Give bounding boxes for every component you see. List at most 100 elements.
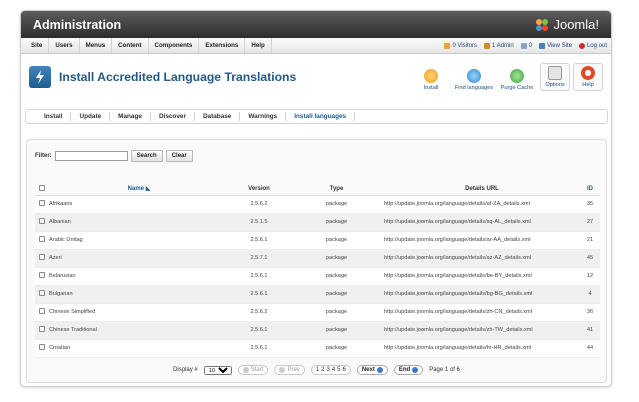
language-id: 12	[580, 267, 600, 286]
page-6-link[interactable]: 6	[343, 367, 346, 373]
find-languages-label: Find languages	[454, 85, 494, 91]
checkbox[interactable]	[39, 344, 45, 350]
table-row[interactable]: Arabic Unitag 2.5.6.1 package http://update…	[35, 231, 600, 250]
row-checkbox[interactable]	[35, 267, 49, 286]
checkbox[interactable]	[39, 326, 45, 332]
admin-title: Administration	[33, 17, 122, 32]
install-button[interactable]: Install	[411, 69, 451, 91]
id-column-header[interactable]: ID	[580, 183, 600, 196]
page-info: Page 1 of 6	[429, 367, 460, 373]
end-button[interactable]: End	[393, 365, 424, 375]
clear-button[interactable]: Clear	[165, 150, 193, 162]
tab-database[interactable]: Database	[195, 112, 241, 121]
table-row[interactable]: Bulgarian 2.5.6.1 package http://update.joo…	[35, 285, 600, 304]
name-header-label: Name	[127, 186, 145, 193]
checkbox[interactable]	[39, 272, 45, 278]
page-1-link[interactable]: 1	[316, 367, 319, 373]
row-checkbox[interactable]	[35, 249, 49, 268]
messages-status[interactable]: 0	[520, 42, 533, 49]
display-select[interactable]: 10	[203, 365, 232, 375]
details-url-column-header[interactable]: Details URL	[384, 183, 580, 196]
version-column-header[interactable]: Version	[229, 183, 289, 196]
page-4-link[interactable]: 4	[332, 367, 335, 373]
languages-table: Name ◣ Version Type Details URL ID Afrik…	[35, 183, 600, 358]
page-5-link[interactable]: 5	[337, 367, 340, 373]
language-type: package	[289, 339, 384, 358]
row-checkbox[interactable]	[35, 303, 49, 322]
language-type: package	[289, 285, 384, 304]
language-version: 2.5.7.1	[229, 249, 289, 268]
menu-users[interactable]: Users	[49, 38, 80, 53]
language-name: Belarusian	[49, 267, 229, 286]
menu-components[interactable]: Components	[149, 38, 200, 53]
table-row[interactable]: Chinese Traditional 2.5.6.1 package http://…	[35, 321, 600, 340]
checkbox[interactable]	[39, 290, 45, 296]
row-checkbox[interactable]	[35, 285, 49, 304]
select-all-checkbox[interactable]	[39, 184, 45, 191]
row-checkbox[interactable]	[35, 195, 49, 214]
page-2-link[interactable]: 2	[321, 367, 324, 373]
search-button[interactable]: Search	[130, 150, 163, 162]
details-url: http://update.joomla.org/language/detail…	[384, 231, 580, 250]
tab-install-languages[interactable]: Install languages	[286, 112, 356, 121]
tab-update[interactable]: Update	[71, 112, 111, 121]
language-version: 2.5.6.2	[229, 195, 289, 214]
start-button[interactable]: Start	[237, 365, 269, 375]
messages-icon	[520, 42, 527, 49]
next-button[interactable]: Next	[356, 365, 388, 375]
checkbox[interactable]	[39, 308, 45, 314]
table-row[interactable]: Afrikaans 2.5.6.2 package http://update.joo…	[35, 195, 600, 214]
checkbox[interactable]	[39, 254, 45, 260]
end-icon	[412, 367, 419, 373]
checkbox[interactable]	[39, 236, 45, 242]
next-icon	[376, 367, 383, 373]
table-row[interactable]: Belarusian 2.5.6.1 package http://update.jo…	[35, 267, 600, 286]
prev-button[interactable]: Prev	[274, 365, 305, 375]
language-id: 27	[580, 213, 600, 232]
view-site-link[interactable]: View Site	[539, 42, 572, 49]
joomla-logo-icon	[536, 18, 549, 31]
row-checkbox[interactable]	[35, 231, 49, 250]
tab-warnings[interactable]: Warnings	[240, 112, 287, 121]
menu-content[interactable]: Content	[112, 38, 149, 53]
row-checkbox[interactable]	[35, 321, 49, 340]
help-button[interactable]: Help	[573, 63, 603, 91]
table-row[interactable]: Chinese Simplified 2.5.6.2 package http://u…	[35, 303, 600, 322]
filter-label: Filter:	[35, 153, 52, 159]
menu-extensions[interactable]: Extensions	[199, 38, 246, 53]
start-label: Start	[250, 367, 264, 373]
language-name: Croatian	[49, 339, 229, 358]
messages-count: 0	[528, 42, 533, 49]
filter-input[interactable]	[54, 151, 128, 161]
name-column-header[interactable]: Name ◣	[49, 183, 229, 196]
language-type: package	[289, 249, 384, 268]
prev-label: Prev	[287, 367, 300, 373]
checkbox[interactable]	[39, 218, 45, 224]
menu-help[interactable]: Help	[245, 38, 272, 53]
language-type: package	[289, 213, 384, 232]
joomla-logo-text: Joomla!	[553, 17, 599, 32]
language-id: 36	[580, 303, 600, 322]
table-row[interactable]: Albanian 2.5.1.5 package http://update.joom…	[35, 213, 600, 232]
row-checkbox[interactable]	[35, 213, 49, 232]
refresh-icon	[467, 69, 481, 83]
menu-menus[interactable]: Menus	[80, 38, 113, 53]
row-checkbox[interactable]	[35, 339, 49, 358]
type-column-header[interactable]: Type	[289, 183, 384, 196]
tab-manage[interactable]: Manage	[110, 112, 151, 121]
table-row[interactable]: Azeri 2.5.7.1 package http://update.joomla.…	[35, 249, 600, 268]
menu-site[interactable]: Site	[25, 38, 50, 53]
pagination: Display # 10 Start Prev 1 2 3 4 5 6 Next…	[27, 365, 606, 375]
tab-install[interactable]: Install	[36, 112, 72, 121]
language-version: 2.5.6.1	[229, 339, 289, 358]
options-button[interactable]: Options	[540, 63, 570, 91]
next-label: Next	[361, 367, 375, 373]
details-url: http://update.joomla.org/language/detail…	[384, 285, 580, 304]
checkbox[interactable]	[39, 200, 45, 206]
purge-cache-button[interactable]: Purge Cache	[497, 69, 537, 91]
page-3-link[interactable]: 3	[326, 367, 329, 373]
find-languages-button[interactable]: Find languages	[454, 69, 494, 91]
table-row[interactable]: Croatian 2.5.6.1 package http://update.joom…	[35, 339, 600, 358]
tab-discover[interactable]: Discover	[151, 112, 195, 121]
logout-link[interactable]: Log out	[578, 42, 607, 49]
